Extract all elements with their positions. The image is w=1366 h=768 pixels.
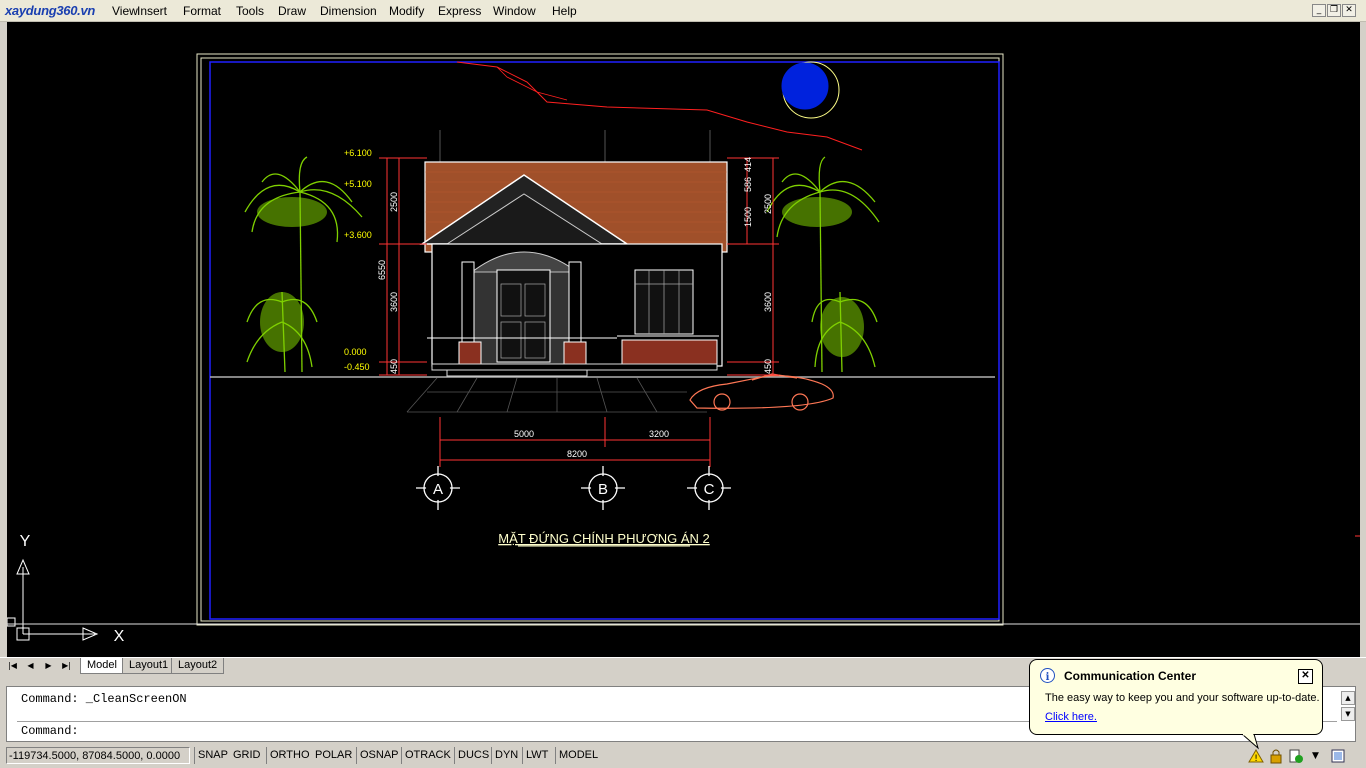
palm-tree-left xyxy=(244,156,363,373)
menu-help[interactable]: Help xyxy=(552,4,577,18)
dim-text-right-3: 1500 xyxy=(743,207,753,227)
scroll-up-icon[interactable]: ▲ xyxy=(1341,691,1355,705)
last-tab-icon[interactable]: ▶| xyxy=(60,660,73,672)
dim-text-bottom-1: 5000 xyxy=(514,429,534,439)
first-tab-icon[interactable]: |◀ xyxy=(6,660,19,672)
close-icon[interactable]: ✕ xyxy=(1342,4,1356,17)
ucs-x-label: X xyxy=(114,628,125,645)
balloon-link[interactable]: Click here. xyxy=(1045,711,1097,723)
info-icon: i xyxy=(1040,668,1055,683)
clean-screen-icon[interactable] xyxy=(1330,748,1346,764)
menu-window[interactable]: Window xyxy=(493,4,536,18)
menu-insert[interactable]: Insert xyxy=(137,4,167,18)
column-right xyxy=(568,261,582,343)
elev-label-4: 0.000 xyxy=(344,347,367,357)
tab-layout2[interactable]: Layout2 xyxy=(171,658,225,674)
restore-icon[interactable]: ❐ xyxy=(1327,4,1341,17)
status-menu-arrow-icon[interactable]: ▼ xyxy=(1312,751,1319,761)
menu-dimension[interactable]: Dimension xyxy=(320,4,377,18)
menu-bar: xaydung360.vn View Insert Format Tools D… xyxy=(0,0,1366,22)
brick-base-right xyxy=(621,339,718,365)
drawing-svg: +6.100 +5.100 +3.600 0.000 -0.450 2500 6… xyxy=(7,53,1360,645)
menu-format[interactable]: Format xyxy=(183,4,221,18)
grid-toggle[interactable]: GRID xyxy=(230,747,264,764)
polar-toggle[interactable]: POLAR xyxy=(312,747,355,764)
dim-lines-bottom xyxy=(439,417,711,467)
dim-text-bottom-total: 8200 xyxy=(567,449,587,459)
command-history: Command: _CleanScreenON xyxy=(21,692,187,706)
dim-text-right-5: 3600 xyxy=(763,292,773,312)
steps xyxy=(446,369,588,377)
drawing-canvas[interactable]: +6.100 +5.100 +3.600 0.000 -0.450 2500 6… xyxy=(7,22,1360,657)
elev-label-1: +6.100 xyxy=(344,148,372,158)
balloon-close-icon[interactable]: ✕ xyxy=(1298,669,1313,684)
menu-modify[interactable]: Modify xyxy=(389,4,424,18)
dim-text-left-1: 2500 xyxy=(389,192,399,212)
prev-tab-icon[interactable]: ◀ xyxy=(24,660,37,672)
dim-lines-right xyxy=(727,157,779,376)
axis-label-b: B xyxy=(598,481,608,498)
brick-base-left xyxy=(458,341,482,365)
ducs-toggle[interactable]: DUCS xyxy=(454,747,492,764)
dim-text-right-4: 2500 xyxy=(763,194,773,214)
warning-icon[interactable]: ! xyxy=(1248,748,1264,764)
dim-text-bottom-2: 3200 xyxy=(649,429,669,439)
ucs-y-label: Y xyxy=(20,533,31,550)
lock-icon[interactable] xyxy=(1268,748,1284,764)
otrack-toggle[interactable]: OTRACK xyxy=(401,747,454,764)
trusted-locations-icon[interactable] xyxy=(1288,748,1304,764)
drawing-caption: MẶT ĐỨNG CHÍNH PHƯƠNG ÁN 2 xyxy=(498,531,710,546)
menu-express[interactable]: Express xyxy=(438,4,481,18)
column-left xyxy=(461,261,475,343)
balloon-tail xyxy=(1241,734,1259,750)
svg-text:i: i xyxy=(1046,672,1050,683)
ucs-icon xyxy=(7,558,99,641)
moon xyxy=(781,62,829,110)
status-bar: -119734.5000, 87084.5000, 0.0000 SNAP GR… xyxy=(0,745,1366,768)
communication-center-balloon: i Communication Center ✕ The easy way to… xyxy=(1029,659,1323,750)
tab-model[interactable]: Model xyxy=(80,658,124,674)
next-tab-icon[interactable]: ▶ xyxy=(42,660,55,672)
dim-text-left-4: 450 xyxy=(389,359,399,374)
elev-label-2: +5.100 xyxy=(344,179,372,189)
minimize-icon[interactable]: _ xyxy=(1312,4,1326,17)
snap-toggle[interactable]: SNAP xyxy=(194,747,231,764)
brick-base-mid xyxy=(563,341,587,365)
osnap-toggle[interactable]: OSNAP xyxy=(356,747,402,764)
elev-label-5: -0.450 xyxy=(344,362,370,372)
dim-text-right-2: 414 xyxy=(743,157,753,172)
dim-text-left-3: 3600 xyxy=(389,292,399,312)
axis-label-c: C xyxy=(704,481,715,498)
menu-draw[interactable]: Draw xyxy=(278,4,306,18)
command-prompt[interactable]: Command: xyxy=(21,724,79,738)
dyn-toggle[interactable]: DYN xyxy=(491,747,521,764)
dim-text-right-6: 450 xyxy=(763,359,773,374)
ortho-toggle[interactable]: ORTHO xyxy=(266,747,313,764)
scroll-down-icon[interactable]: ▼ xyxy=(1341,707,1355,721)
pavement xyxy=(406,377,707,413)
car xyxy=(689,373,834,411)
tab-layout1[interactable]: Layout1 xyxy=(122,658,176,674)
balloon-message: The easy way to keep you and your softwa… xyxy=(1045,692,1320,704)
lwt-toggle[interactable]: LWT xyxy=(522,747,551,764)
dim-text-left-2: 6550 xyxy=(377,260,387,280)
axis-markers xyxy=(416,466,731,510)
menu-view[interactable]: View xyxy=(112,4,138,18)
axis-label-a: A xyxy=(433,481,443,498)
canvas-edge xyxy=(1360,22,1366,657)
menu-tools[interactable]: Tools xyxy=(236,4,264,18)
svg-text:!: ! xyxy=(1254,754,1258,764)
elev-label-3: +3.600 xyxy=(344,230,372,240)
model-toggle[interactable]: MODEL xyxy=(555,747,601,764)
balloon-title: Communication Center xyxy=(1064,669,1197,683)
app-logo: xaydung360.vn xyxy=(5,3,96,18)
coordinate-readout[interactable]: -119734.5000, 87084.5000, 0.0000 xyxy=(6,747,190,764)
dim-text-right-1: 586 xyxy=(743,177,753,192)
